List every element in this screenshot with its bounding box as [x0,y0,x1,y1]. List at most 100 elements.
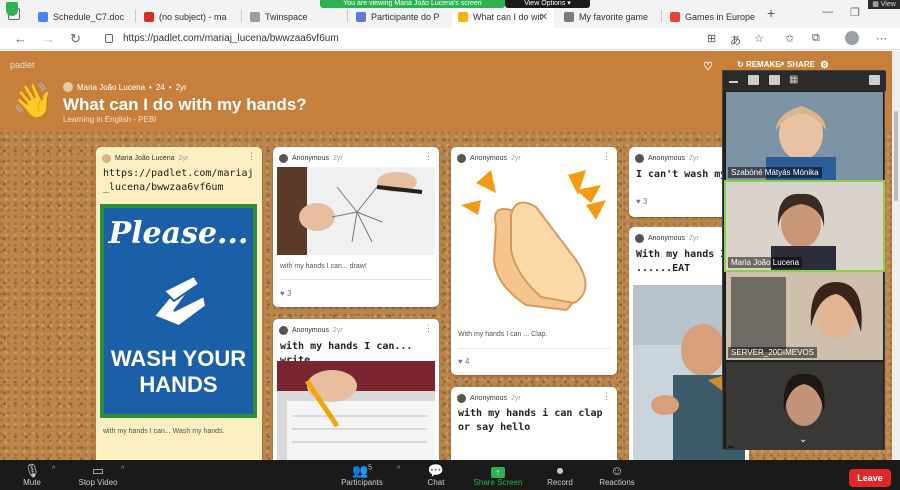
share-screen-icon: ↑ [468,463,528,478]
zoom-security-shield-icon [6,2,18,16]
video-tile-participant-2[interactable]: Maria João Lucena [724,180,885,272]
forward-arrow-icon[interactable]: → [42,31,55,46]
lock-icon [105,34,113,43]
collections-icon[interactable]: ⧉ [812,32,820,45]
record-button[interactable]: ⏺ Record [530,463,590,487]
post-card-clap-hello[interactable]: Anonymous 2yr ⋮ with my hands i can clap… [451,387,617,460]
leave-meeting-button[interactable]: Leave [849,469,891,487]
post-card-wash-hands[interactable]: Maria João Lucena 2yr ⋮ https://padlet.c… [96,147,262,460]
anonymous-avatar [635,233,644,243]
gmail-icon [144,12,154,22]
participants-options-caret[interactable]: ^ [397,466,400,473]
back-arrow-icon[interactable]: ← [14,31,27,46]
anonymous-avatar [279,325,288,335]
reload-icon[interactable]: ↻ [70,31,81,47]
tab-games-europe[interactable]: Games in Europe [664,6,764,28]
post-link-text[interactable]: https://padlet.com/mariaj_lucena/bwwzaa6… [103,167,258,195]
drawing-photo [277,167,435,255]
like-button[interactable]: ♥ 4 [458,357,469,366]
like-button[interactable]: ♥ 3 [636,197,647,206]
maximize-icon[interactable]: ❐ [850,6,860,19]
record-icon: ⏺ [556,463,564,478]
padlet-subtitle: Learning in English - PEBI [63,115,157,124]
like-button[interactable]: ♥ 3 [280,289,291,298]
stop-video-button[interactable]: ▭ Stop Video [68,463,128,487]
reactions-button[interactable]: ☺ Reactions [587,463,647,487]
post-menu-icon[interactable]: ⋮ [424,323,433,334]
post-text: With my hands I ......EAT [636,249,727,274]
zoom-video-panel: ▦ Szabóné Mátyás Mónika Maria João Lucen… [722,70,886,450]
post-menu-icon[interactable]: ⋮ [247,151,256,162]
tab-favorite-game[interactable]: My favorite game [558,6,658,28]
url-field[interactable]: https://padlet.com/mariaj_lucena/bwwzaa6… [97,30,717,48]
smiley-icon: ☺ [610,463,624,478]
clapping-hands-icon [456,165,612,315]
view-options-button[interactable]: View Options ▾ [505,0,590,8]
anonymous-avatar [279,153,288,163]
author-avatar [102,153,111,163]
wave-hand-icon [458,12,468,22]
post-text: I can't wash my [636,169,727,180]
post-caption: With my hands I can ... Clap. [458,331,548,338]
share-screen-button[interactable]: ↑ Share Screen [468,463,528,487]
post-caption: with my hands I can... Wash my hands. [103,428,225,435]
post-menu-icon[interactable]: ⋮ [424,151,433,162]
post-menu-icon[interactable]: ⋮ [602,151,611,162]
wash-hands-sign-image: Please... WASH YOUR HANDS [100,204,257,418]
heart-icon[interactable]: ♡ [703,60,713,73]
minimize-panel-icon[interactable] [729,81,738,83]
padlet-owner: Maria João Lucena • 24 • 2yr [63,82,187,92]
anonymous-avatar [457,153,466,163]
participants-button[interactable]: 👥5 Participants [332,463,392,487]
post-menu-icon[interactable]: ⋮ [602,391,611,402]
audio-options-caret[interactable]: ^ [52,466,55,473]
exit-panel-icon[interactable] [869,75,880,85]
chart-icon [670,12,680,22]
film-strip-icon[interactable] [769,75,780,85]
participants-icon: 👥5 [351,463,373,478]
tab-padlet-active[interactable]: What can I do wit ✕ [452,6,554,28]
post-card-draw[interactable]: Anonymous 2yr ⋮ with my hands I can... d… [273,147,439,307]
anonymous-avatar [457,393,466,403]
post-card-clap[interactable]: Anonymous 2yr ⋮ With my hands I can ... … [451,147,617,375]
minimize-icon[interactable]: — [822,6,833,18]
padlet-logo[interactable]: padlet [10,60,35,70]
zoom-meeting-toolbar: 🎙 Mute ^ ▭ Stop Video ^ 👥5 Participants … [0,460,900,490]
meet-icon [356,12,366,22]
address-bar: ← → ↻ https://padlet.com/mariaj_lucena/b… [0,28,900,50]
close-tab-icon[interactable]: ✕ [540,12,548,23]
twinspace-icon [250,12,260,22]
new-tab-button[interactable]: + [767,5,775,21]
remake-button[interactable]: ↻ REMAKE [737,60,781,69]
padlet-title: What can I do with my hands? [63,95,307,114]
post-card-write[interactable]: Anonymous 2yr ⋮ with my hands I can... w… [273,319,439,460]
tab-twinspace[interactable]: Twinspace [244,6,344,28]
tab-gmail[interactable]: (no subject) - ma [138,6,238,28]
view-button[interactable]: ▦ View [868,0,900,9]
chat-button[interactable]: 💬 Chat [406,463,466,487]
tab-schedule[interactable]: Schedule_C7.doc [32,6,132,28]
video-tile-participant-3[interactable]: SERVER_20DIMEVOS [726,272,883,360]
favorite-star-icon[interactable]: ☆ [754,32,764,45]
post-text: with my hands i can clap or say hello [458,408,603,433]
more-menu-icon[interactable]: ⋯ [876,32,887,45]
post-caption: with my hands I can... draw! [280,263,367,270]
docs-icon [38,12,48,22]
gallery-grid-icon[interactable]: ▦ [789,75,800,85]
tab-participante[interactable]: Participante do P [350,6,450,28]
profile-avatar[interactable] [845,31,859,45]
video-tile-participant-1[interactable]: Szabóné Mátyás Mónika [726,92,883,180]
screen-share-banner: You are viewing Maria João Lucena's scre… [320,0,505,8]
scroll-down-chevron-icon[interactable]: ⌄ [799,434,807,445]
translate-icon[interactable]: あ [730,32,741,48]
video-options-caret[interactable]: ^ [121,466,124,473]
page-scrollbar[interactable] [892,51,900,460]
writing-photo [277,361,435,460]
video-panel-header: ▦ [723,71,886,91]
apps-icon[interactable]: ⊞ [707,32,716,45]
share-button[interactable]: ↗ SHARE [778,60,815,69]
waving-hand-icon: 👋 [12,82,55,120]
favorites-icon[interactable]: ✩ [785,32,794,45]
hands-washing-icon [144,266,214,336]
speaker-view-icon[interactable] [748,75,759,85]
